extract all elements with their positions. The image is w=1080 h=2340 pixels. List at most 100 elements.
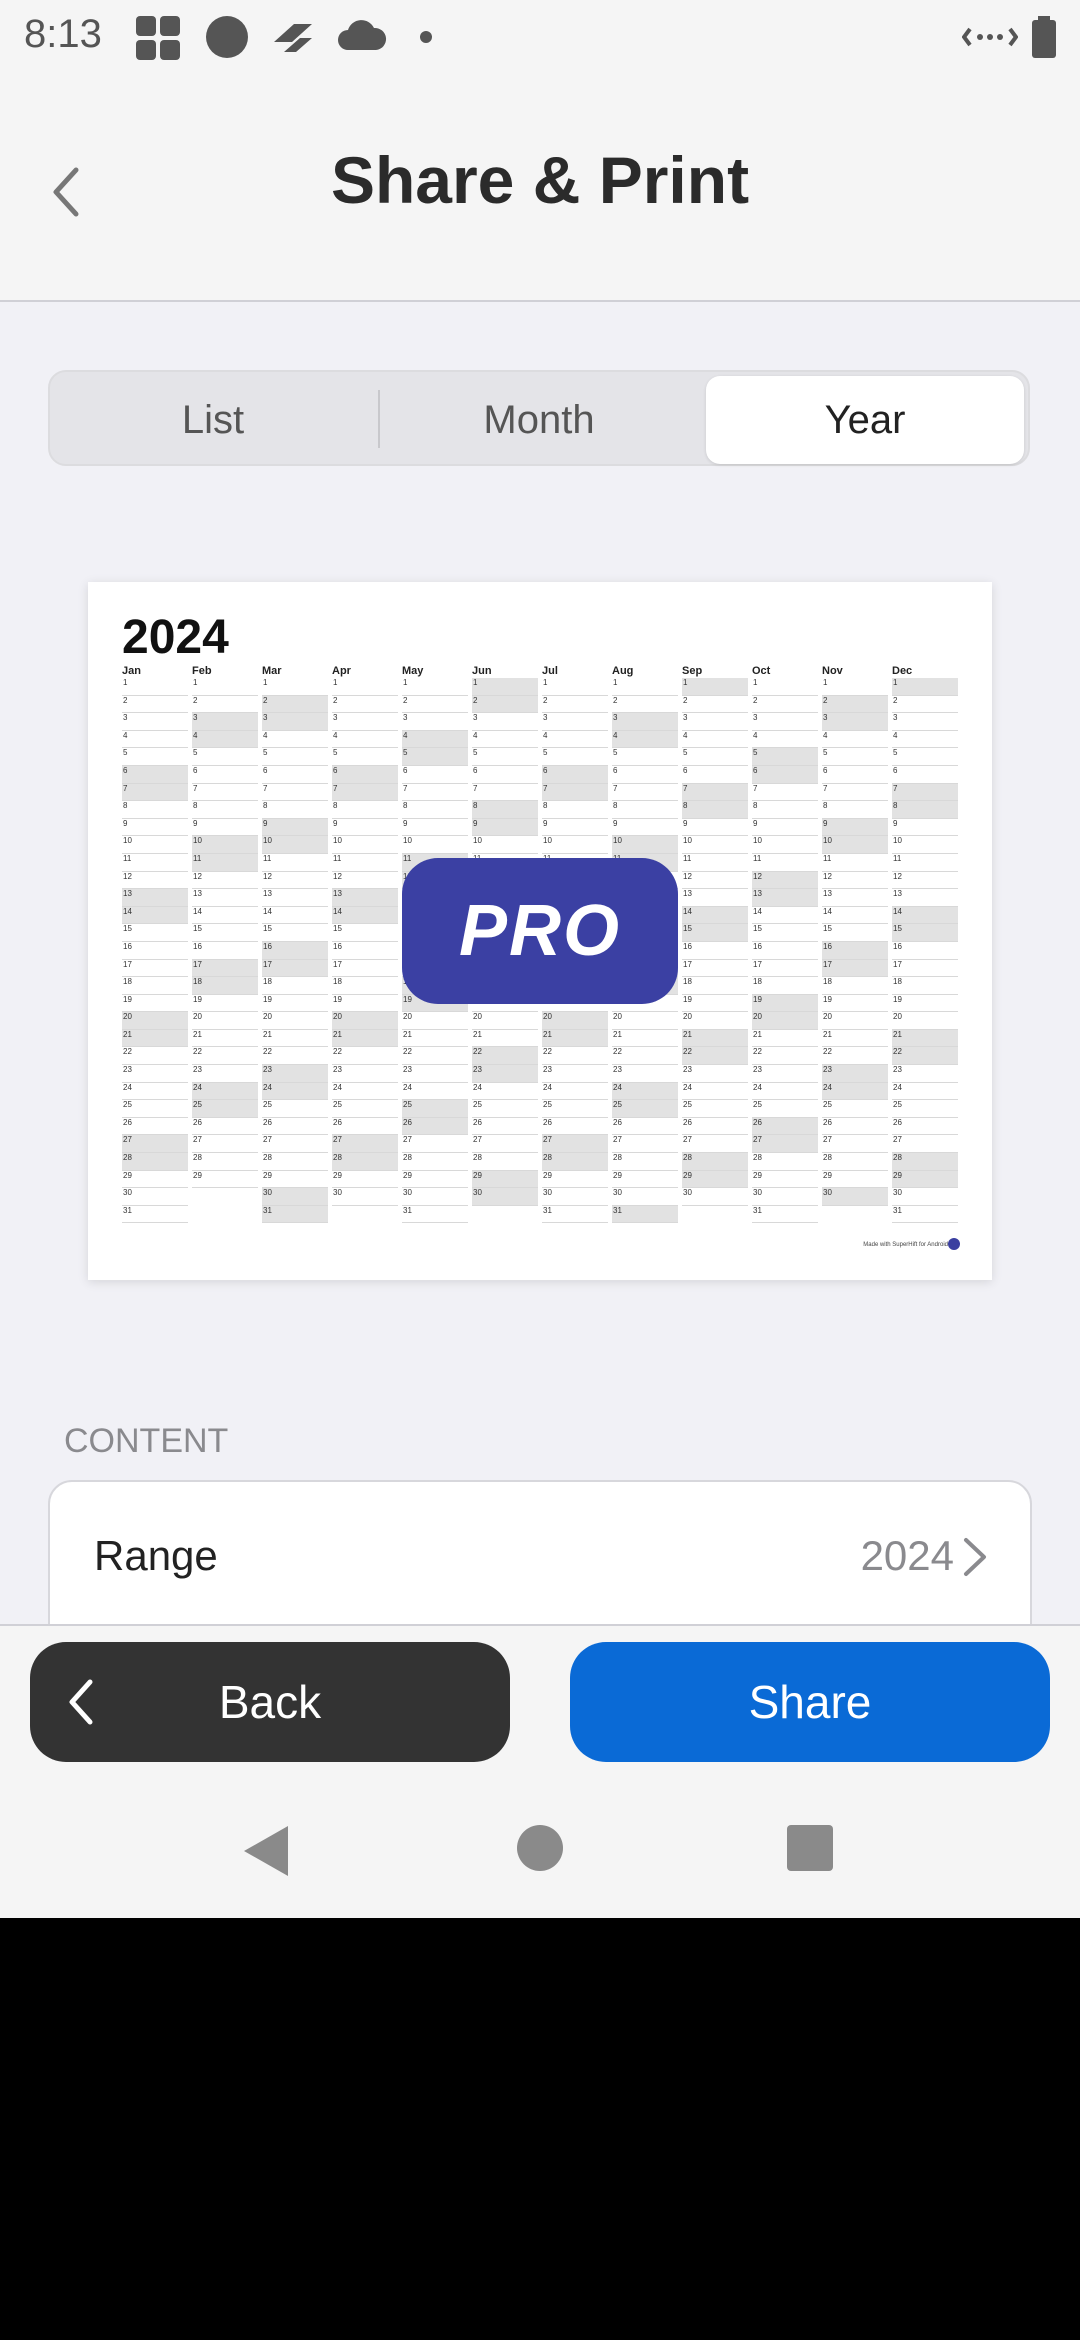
status-bar: 8:13	[0, 0, 1080, 72]
month-column: Sep 1 2 3 4 5 6 7 8 9 10 11 12 13 14 15 16 17 18 19 20 21 22 23…	[682, 664, 748, 1206]
day-cell: 8	[682, 801, 748, 819]
day-cell: 4	[332, 731, 398, 749]
day-cell: 15	[332, 924, 398, 942]
day-cell: 1	[682, 678, 748, 696]
month-column: Oct 1 2 3 4 5 6 7 8 9 10 11 12 13 14 15 16 17 18 19 20 21 22 23…	[752, 664, 818, 1224]
day-cell: 9	[332, 819, 398, 837]
day-cell: 12	[892, 872, 958, 890]
day-cell: 28	[262, 1153, 328, 1171]
day-cell: 13	[822, 889, 888, 907]
day-cell: 11	[892, 854, 958, 872]
day-cell: 25	[402, 1100, 468, 1118]
day-cell: 2	[822, 695, 888, 714]
day-cell: 10	[402, 836, 468, 854]
day-cell: 2	[892, 696, 958, 714]
day-cell: 23	[332, 1065, 398, 1083]
day-cell: 8	[752, 801, 818, 819]
day-cell: 5	[752, 748, 818, 766]
day-cell: 16	[752, 942, 818, 960]
day-cell: 16	[682, 942, 748, 960]
nav-recents-icon[interactable]	[786, 1824, 834, 1872]
day-cell: 1	[542, 678, 608, 696]
day-cell: 23	[822, 1065, 888, 1083]
month-column: Feb 1 2 3 4 5 6 7 8 9 10 11 12 13 14 15 16 17 18 19 20 21 22 23…	[192, 664, 258, 1189]
day-cell: 10	[122, 836, 188, 854]
day-cell: 31	[402, 1206, 468, 1224]
day-cell: 23	[682, 1065, 748, 1083]
pro-badge[interactable]: PRO	[402, 858, 678, 1004]
day-cell: 17	[752, 960, 818, 978]
day-cell: 7	[822, 784, 888, 802]
day-cell: 2	[682, 696, 748, 714]
day-cell: 28	[122, 1153, 188, 1171]
day-cell: 12	[752, 871, 818, 890]
day-cell: 18	[682, 977, 748, 995]
day-cell: 7	[122, 783, 188, 802]
day-cell: 19	[262, 995, 328, 1013]
day-cell: 27	[402, 1135, 468, 1154]
back-button[interactable]: Back	[30, 1642, 510, 1762]
day-cell: 13	[752, 889, 818, 907]
day-cell: 24	[332, 1083, 398, 1101]
day-cell: 4	[682, 731, 748, 749]
day-cell: 23	[122, 1065, 188, 1083]
day-cell: 26	[542, 1118, 608, 1136]
nav-back-icon[interactable]	[240, 1824, 292, 1878]
day-cell: 10	[752, 836, 818, 854]
notification-dot-icon	[420, 31, 432, 43]
day-cell: 16	[822, 941, 888, 960]
page-title: Share & Print	[330, 143, 750, 217]
day-cell: 11	[122, 854, 188, 872]
day-cell: 27	[682, 1135, 748, 1154]
day-cell: 4	[472, 731, 538, 749]
day-cell: 11	[192, 853, 258, 872]
day-cell: 1	[472, 678, 538, 696]
year-calendar-preview[interactable]: 2024 Jan 1 2 3 4 5 6 7 8 9 10 11 12 13 14 15 16 17 18 19 20 2…	[88, 582, 992, 1280]
month-label: May	[402, 665, 424, 677]
day-cell: 18	[332, 977, 398, 995]
day-cell: 26	[472, 1118, 538, 1136]
day-cell: 23	[752, 1065, 818, 1083]
day-cell: 9	[752, 819, 818, 837]
month-column: Nov 1 2 3 4 5 6 7 8 9 10 11 12 13 14 15 16 17 18 19 20 21 22 23…	[822, 664, 888, 1206]
day-cell: 30	[682, 1188, 748, 1206]
day-cell: 24	[262, 1082, 328, 1101]
day-cell: 3	[682, 713, 748, 731]
month-label: Dec	[892, 665, 913, 677]
day-cell: 26	[612, 1118, 678, 1136]
top-app-bar: Share & Print	[0, 72, 1080, 302]
share-button[interactable]: Share	[570, 1642, 1050, 1762]
day-cell: 29	[752, 1171, 818, 1189]
day-cell: 28	[542, 1153, 608, 1171]
day-cell: 29	[192, 1171, 258, 1189]
day-cell: 17	[332, 960, 398, 978]
day-cell: 15	[892, 924, 958, 942]
day-cell: 23	[542, 1065, 608, 1083]
day-cell: 4	[122, 731, 188, 749]
day-cell: 9	[682, 819, 748, 837]
made-with-text: Made with SuperHift for Android	[863, 1242, 948, 1248]
nav-home-icon[interactable]	[516, 1824, 564, 1872]
day-cell: 13	[122, 889, 188, 907]
tab-month[interactable]: Month	[384, 376, 694, 464]
day-cell: 19	[892, 995, 958, 1013]
day-cell: 7	[262, 784, 328, 802]
month-label: Feb	[192, 665, 212, 677]
day-cell: 18	[892, 977, 958, 995]
month-label: Mar	[262, 665, 282, 677]
day-cell: 30	[122, 1188, 188, 1206]
day-cell: 6	[472, 766, 538, 784]
day-cell: 7	[612, 784, 678, 802]
day-cell: 6	[402, 766, 468, 784]
day-cell: 4	[752, 731, 818, 749]
day-cell: 5	[892, 748, 958, 766]
day-cell: 27	[192, 1135, 258, 1154]
tab-year[interactable]: Year	[706, 376, 1024, 464]
chevron-left-icon	[69, 1679, 93, 1725]
day-cell: 30	[542, 1188, 608, 1206]
day-cell: 20	[752, 1012, 818, 1030]
day-cell: 9	[472, 818, 538, 837]
month-label: Aug	[612, 665, 634, 677]
range-label: Range	[94, 1532, 218, 1579]
tab-list[interactable]: List	[54, 376, 372, 464]
